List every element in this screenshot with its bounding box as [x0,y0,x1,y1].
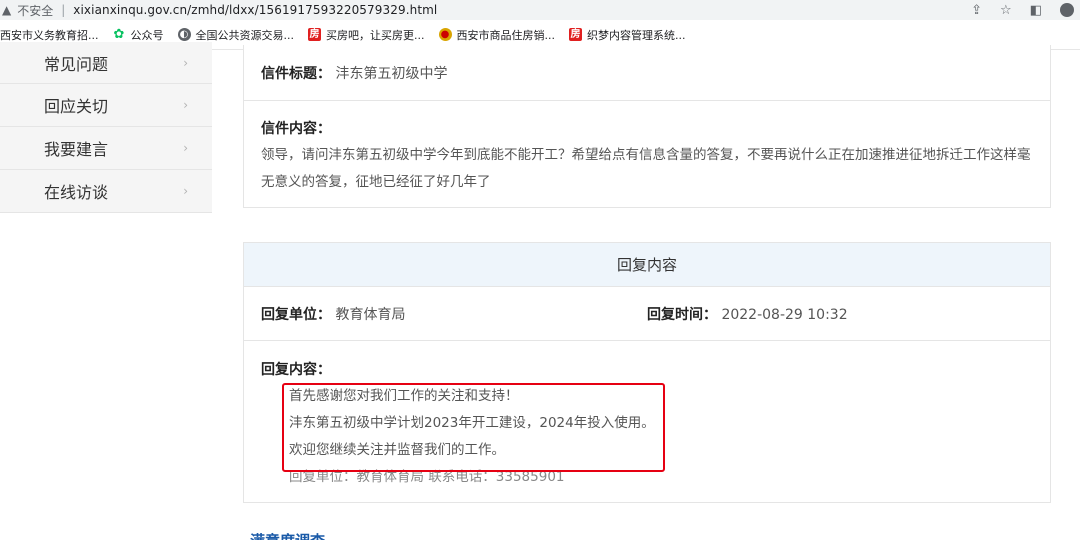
divider [244,100,1050,101]
sidepanel-icon[interactable]: ◧ [1030,3,1042,18]
bookmark-label: 织梦内容管理系统... [587,28,686,42]
security-label[interactable]: 不安全 [17,2,53,19]
reply-unit-label: 回复单位： [261,307,331,323]
bookmark-star-icon[interactable]: ☆ [1000,3,1012,18]
reply-heading: 回复内容 [244,243,1050,287]
share-icon[interactable]: ⇪ [971,3,982,18]
survey-title[interactable]: 满意度调查 [250,530,325,540]
sidebar-item-interview[interactable]: 在线访谈 › [0,170,212,213]
chevron-right-icon: › [183,98,188,112]
sidebar-item-faq[interactable]: 常见问题 › [0,42,212,84]
sidebar-item-label: 在线访谈 [44,183,109,202]
globe-icon: ◐ [177,28,191,41]
warning-icon[interactable]: ▲ [2,3,11,17]
bookmark-label: 西安市义务教育招... [0,28,99,42]
reply-card: 回复内容 回复单位： 教育体育局 回复时间： 2022-08-29 10:32 … [243,242,1051,503]
letter-title-row: 信件标题： 沣东第五初级中学 [261,63,447,83]
letter-title-value: 沣东第五初级中学 [335,66,448,82]
bookmark-item[interactable]: ◐ 全国公共资源交易... [177,27,295,43]
bookmark-label: 公众号 [130,28,164,42]
chevron-right-icon: › [183,55,188,70]
url-text[interactable]: xixianxinqu.gov.cn/zmhd/ldxx/15619175932… [73,3,437,17]
gov-emblem-icon: ● [438,28,452,41]
letter-content-label: 信件内容： [261,121,331,137]
letter-content-text: 领导，请问沣东第五初级中学今年到底能不能开工？希望给点有信息含量的答复，不要再说… [261,147,1031,190]
reply-unit-value: 教育体育局 [335,307,406,323]
reply-time-value: 2022-08-29 10:32 [721,307,848,323]
fang-icon: 房 [569,28,582,41]
letter-title-label: 信件标题： [261,66,331,82]
bookmark-item[interactable]: 房 买房吧，让买房更... [308,27,425,43]
sidebar-item-suggestion[interactable]: 我要建言 › [0,127,212,170]
chevron-right-icon: › [183,141,188,155]
sidebar-item-response[interactable]: 回应关切 › [0,84,212,127]
wechat-icon: ✿ [113,27,125,42]
reply-line: 欢迎您继续关注并监督我们的工作。 [289,442,505,458]
sidebar-item-label: 常见问题 [44,54,109,74]
bookmark-item[interactable]: 房 织梦内容管理系统... [569,27,686,43]
bookmark-item[interactable]: ✿ 公众号 [113,27,164,43]
browser-actions: ⇪ ☆ ◧ [971,0,1080,20]
letter-card: 信件标题： 沣东第五初级中学 信件内容： 领导，请问沣东第五初级中学今年到底能不… [243,45,1051,208]
bookmark-label: 买房吧，让买房更... [326,28,425,42]
reply-line: 回复单位：教育体育局 联系电话：33585901 [289,469,565,485]
separator: | [61,3,66,17]
sidebar-nav: 常见问题 › 回应关切 › 我要建言 › 在线访谈 › [0,42,212,213]
reply-unit-row: 回复单位： 教育体育局 [261,304,405,324]
bookmark-item[interactable]: ● 西安市商品住房销... [438,27,556,43]
sidebar-item-label: 我要建言 [44,140,109,159]
reply-time-label: 回复时间： [647,307,717,323]
divider [244,340,1050,341]
profile-avatar[interactable] [1060,3,1074,17]
reply-line: 首先感谢您对我们工作的关注和支持！ [289,388,519,404]
bookmark-label: 全国公共资源交易... [195,28,295,42]
bookmark-item[interactable]: 西安市义务教育招... [0,27,99,43]
reply-line: 沣东第五初级中学计划2023年开工建设，2024年投入使用。 [289,415,655,431]
chevron-right-icon: › [183,184,188,198]
sidebar-item-label: 回应关切 [44,97,109,116]
address-bar[interactable]: ▲ 不安全 | xixianxinqu.gov.cn/zmhd/ldxx/156… [0,0,1080,20]
reply-content-body: 首先感谢您对我们工作的关注和支持！ 沣东第五初级中学计划2023年开工建设，20… [289,383,655,491]
reply-content-label: 回复内容： [261,362,331,378]
reply-time-row: 回复时间： 2022-08-29 10:32 [647,304,848,324]
fang-icon: 房 [308,28,321,41]
bookmark-label: 西安市商品住房销... [456,28,556,42]
